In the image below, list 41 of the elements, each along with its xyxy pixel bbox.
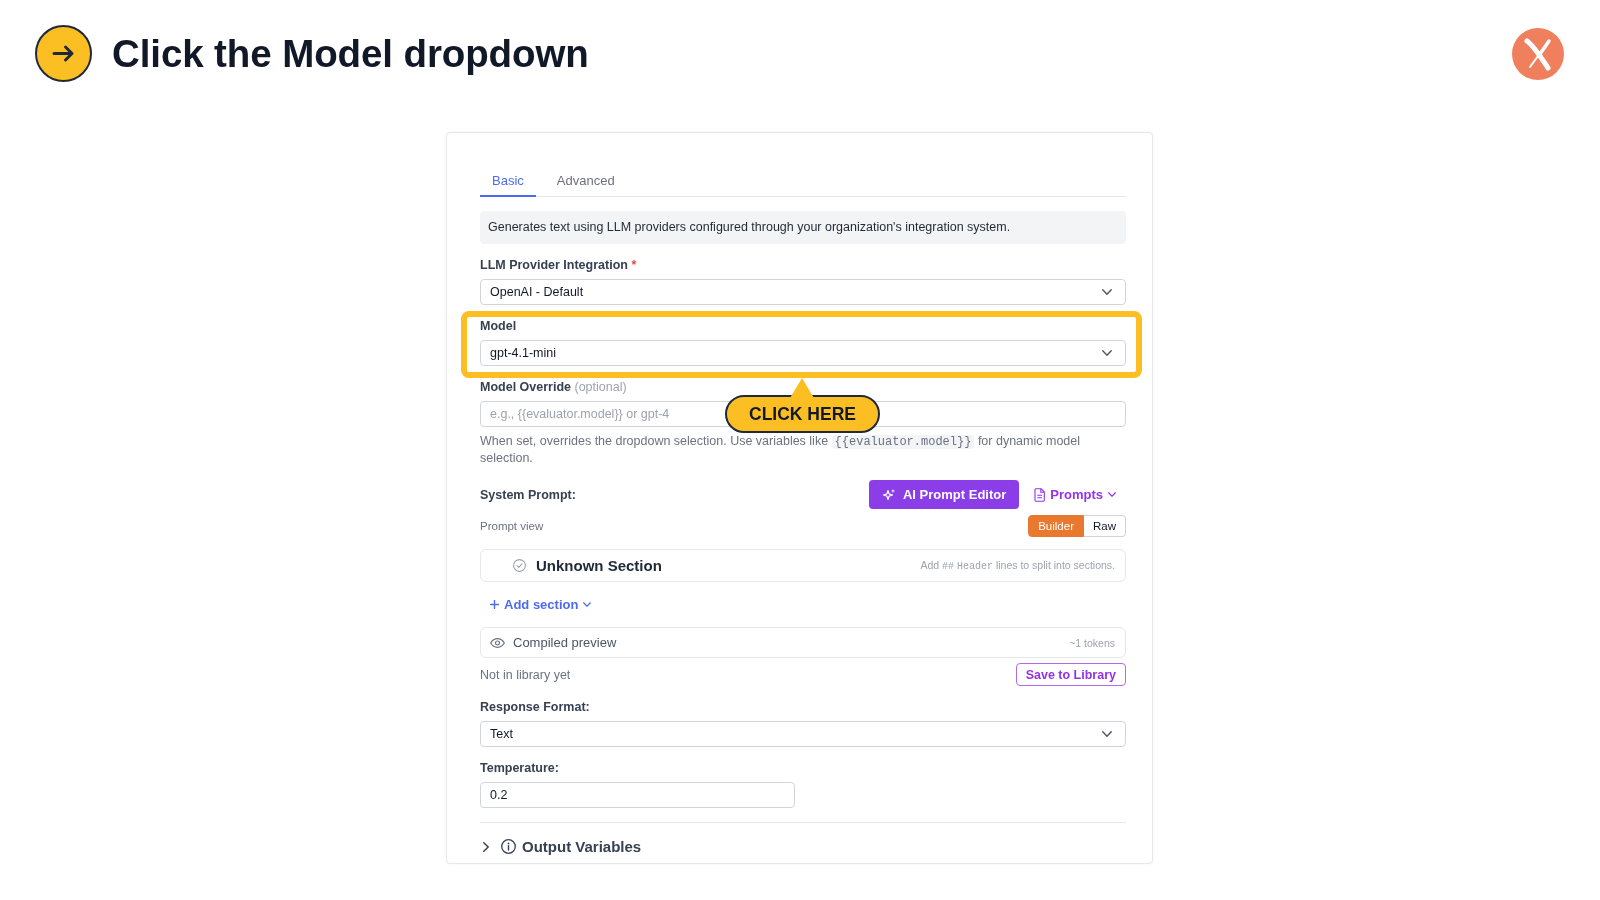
library-status: Not in library yet — [480, 667, 571, 682]
tab[interactable]: Basic — [480, 167, 536, 197]
tab[interactable]: Advanced — [544, 167, 627, 197]
view-toggle[interactable]: Raw — [1084, 515, 1126, 537]
ai-prompt-editor-button[interactable]: AI Prompt Editor — [869, 480, 1020, 509]
step-title: Click the Model dropdown — [112, 31, 589, 76]
document-icon — [1034, 487, 1046, 502]
logo-icon — [1512, 27, 1564, 80]
eye-icon — [490, 637, 505, 648]
section-hint: Add ## Header lines to split into sections. — [920, 559, 1115, 572]
pointer-triangle-icon — [790, 378, 815, 398]
help-text: When set, overrides the dropdown selection. Use variables like {{evaluator.model}} for dynamic model selection. — [480, 433, 1081, 466]
chevron-down-icon — [1108, 492, 1116, 497]
sparkle-icon — [882, 487, 896, 502]
chevron-down-icon — [1102, 350, 1112, 356]
preview-label: Compiled preview — [513, 635, 617, 650]
output-variables-toggle[interactable]: Output Variables — [480, 838, 642, 855]
chevron-down-icon — [1102, 731, 1112, 737]
preview-card[interactable]: Compiled preview ~1 tokens — [480, 627, 1126, 658]
field-label: Temperature: — [480, 760, 559, 776]
chevron-down-icon — [1102, 289, 1112, 295]
plus-icon — [490, 599, 499, 609]
chevron-down-icon — [583, 601, 592, 607]
add-section-button[interactable]: Add section — [480, 596, 592, 612]
dropdown[interactable]: gpt-4.1-mini — [480, 340, 1126, 366]
save-to-library-button[interactable]: Save to Library — [1015, 663, 1126, 686]
field-label: Response Format: — [480, 699, 590, 715]
number-input[interactable]: 0.2 — [480, 782, 795, 808]
system-prompt-label: System Prompt: — [480, 487, 576, 502]
field-label: Model Override (optional) — [480, 379, 627, 395]
description-text: Generates text using LLM providers configured through your organization's integration system. — [480, 211, 1126, 244]
prompt-view-label: Prompt view — [480, 520, 544, 532]
section-title: Unknown Section — [536, 557, 662, 574]
dropdown[interactable]: OpenAI - Default — [480, 279, 1126, 305]
field-label: LLM Provider Integration * — [480, 257, 637, 273]
info-icon — [501, 839, 516, 854]
prompts-menu-button[interactable]: Prompts — [1024, 480, 1126, 509]
token-count: ~1 tokens — [1069, 636, 1115, 649]
dropdown[interactable]: Text — [480, 721, 1126, 747]
check-circle-icon — [513, 559, 526, 572]
field-label: Model — [480, 318, 517, 334]
